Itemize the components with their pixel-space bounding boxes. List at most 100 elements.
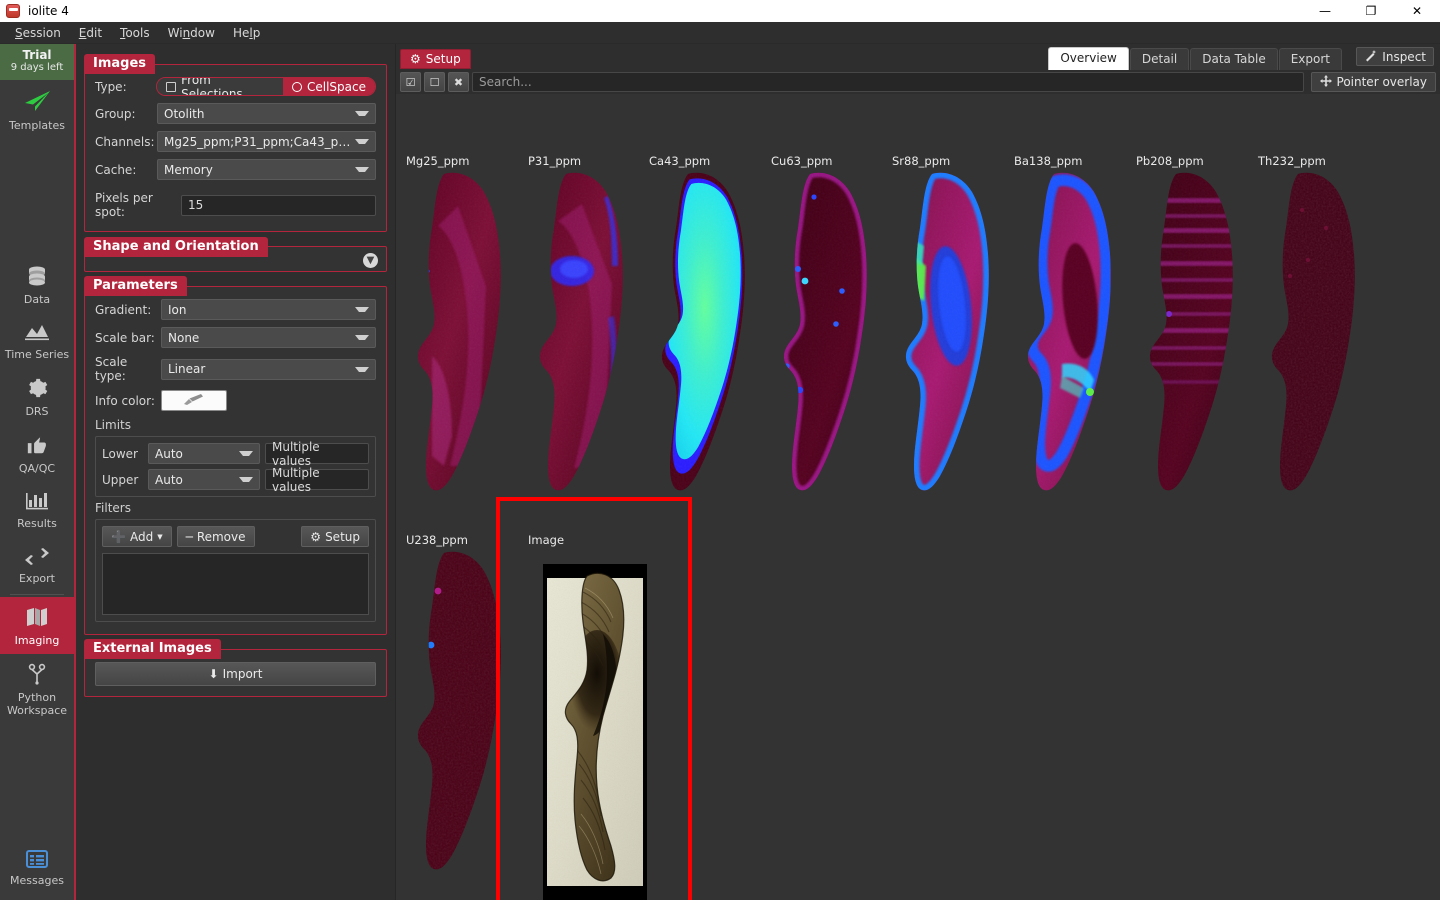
tab-export[interactable]: Export xyxy=(1278,48,1342,70)
pixels-per-spot-input[interactable]: 15 xyxy=(181,194,376,216)
sidebar-item-results[interactable]: Results xyxy=(0,482,74,537)
filter-remove-button[interactable]: ─ Remove xyxy=(176,526,255,547)
scalebar-value: None xyxy=(168,330,200,345)
maximize-button[interactable]: ❐ xyxy=(1348,0,1394,22)
sidebar-item-data[interactable]: Data xyxy=(0,256,74,313)
database-icon xyxy=(26,265,48,290)
tab-overview[interactable]: Overview xyxy=(1048,47,1129,70)
images-group: Images Type: From Selections CellSpace G… xyxy=(84,54,387,232)
chevron-down-icon[interactable]: ▼ xyxy=(363,253,378,268)
tab-detail[interactable]: Detail xyxy=(1129,48,1190,70)
check-all-icon[interactable]: ☑ xyxy=(400,72,421,92)
scaletype-row: Scale type: Linear xyxy=(95,355,376,383)
sidebar-item-python-workspace[interactable]: Python Workspace xyxy=(0,654,74,724)
sidebar-item-imaging-label: Imaging xyxy=(14,634,60,647)
filter-add-label: Add xyxy=(129,529,154,544)
inspect-button[interactable]: Inspect xyxy=(1356,47,1434,66)
scaletype-select[interactable]: Linear xyxy=(161,358,376,380)
external-images-group: External Images ⬇ Import xyxy=(84,639,387,697)
cache-label: Cache: xyxy=(95,162,137,177)
menu-tools[interactable]: Tools xyxy=(111,23,159,43)
menu-session[interactable]: Session xyxy=(6,23,70,43)
pointer-overlay-label: Pointer overlay xyxy=(1336,75,1427,89)
group-row: Group: Otolith xyxy=(95,103,376,124)
upper-limit-row: Upper Auto Multiple values xyxy=(102,466,369,494)
scalebar-row: Scale bar: None xyxy=(95,327,376,348)
upper-limit-mode-select[interactable]: Auto xyxy=(148,469,260,490)
setup-button-label: Setup xyxy=(425,52,461,66)
lower-limit-value-input[interactable]: Multiple values xyxy=(265,440,369,468)
lower-limit-mode-select[interactable]: Auto xyxy=(148,443,260,464)
filters-list[interactable] xyxy=(102,553,369,615)
lower-limit-mode-value: Auto xyxy=(155,446,183,461)
upper-limit-value-input[interactable]: Multiple values xyxy=(265,466,369,494)
sidebar-item-templates-label: Templates xyxy=(9,119,65,132)
infocolor-row: Info color: xyxy=(95,390,376,411)
download-icon: ⬇ xyxy=(208,667,219,681)
sidebar-item-time-series[interactable]: Time Series xyxy=(0,313,74,368)
channels-select[interactable]: Mg25_ppm;P31_ppm;Ca43_ppm;Cu63_... xyxy=(157,131,376,152)
selected-image-panel[interactable] xyxy=(496,497,692,900)
map-label-cu63: Cu63_ppm xyxy=(771,154,833,168)
map-label-ba138: Ba138_ppm xyxy=(1014,154,1083,168)
upper-limit-label: Upper xyxy=(102,472,139,487)
upper-limit-value: Multiple values xyxy=(272,465,320,494)
close-button[interactable]: ✕ xyxy=(1394,0,1440,22)
filter-add-button[interactable]: ➕ Add ▼ xyxy=(102,526,172,547)
element-maps-canvas[interactable]: Mg25_ppm P31_ppm Ca43_ppm Cu63_ppm Sr88_… xyxy=(396,94,1440,900)
sidebar-item-data-label: Data xyxy=(23,293,51,306)
sidebar-item-drs[interactable]: DRS xyxy=(0,368,74,425)
gear-icon: ⚙ xyxy=(310,529,322,544)
menu-window[interactable]: Window xyxy=(159,23,224,43)
map-ca43 xyxy=(661,172,745,491)
type-segmented-control[interactable]: From Selections CellSpace xyxy=(156,77,376,96)
sidebar-item-python-workspace-label: Python Workspace xyxy=(6,691,68,717)
pointer-overlay-button[interactable]: Pointer overlay xyxy=(1310,72,1436,92)
map-ba138 xyxy=(1027,172,1111,491)
plus-icon: ➕ xyxy=(111,529,126,544)
type-option-cellspace-label: CellSpace xyxy=(307,79,366,94)
arrows-exchange-icon xyxy=(24,546,50,569)
map-p31 xyxy=(539,172,623,491)
menu-help[interactable]: Help xyxy=(224,23,269,43)
map-th232 xyxy=(1271,172,1355,491)
chevron-down-icon xyxy=(355,139,369,144)
scaletype-value: Linear xyxy=(168,362,206,376)
sidebar-item-messages[interactable]: Messages xyxy=(0,841,74,894)
view-tabs: Overview Detail Data Table Export xyxy=(1048,47,1346,70)
chevron-down-icon xyxy=(355,167,369,172)
sidebar-divider xyxy=(10,594,64,595)
trial-title: Trial xyxy=(22,48,52,62)
pixels-per-spot-value: 15 xyxy=(188,198,204,212)
import-button[interactable]: ⬇ Import xyxy=(95,662,376,686)
upper-limit-mode-value: Auto xyxy=(155,472,183,487)
shape-orientation-group[interactable]: Shape and Orientation ▼ xyxy=(84,237,387,272)
sidebar-item-export[interactable]: Export xyxy=(0,537,74,592)
menu-edit[interactable]: Edit xyxy=(70,23,111,43)
infocolor-swatch-button[interactable] xyxy=(161,390,227,411)
minimize-button[interactable]: — xyxy=(1302,0,1348,22)
type-option-cellspace[interactable]: CellSpace xyxy=(283,78,375,95)
chart-area-icon xyxy=(24,322,50,345)
app-icon xyxy=(6,4,20,18)
tab-data-table[interactable]: Data Table xyxy=(1190,48,1278,70)
imaging-search-bar: ☑ ☐ ✖ Search... Pointer overlay xyxy=(396,70,1440,94)
map-label-u238: U238_ppm xyxy=(406,533,468,547)
sidebar-item-imaging[interactable]: Imaging xyxy=(0,597,74,654)
sidebar-item-templates[interactable]: Templates xyxy=(0,80,74,139)
setup-button[interactable]: ⚙ Setup xyxy=(400,49,471,69)
search-input[interactable]: Search... xyxy=(472,72,1304,92)
uncheck-all-icon[interactable]: ☐ xyxy=(424,72,445,92)
sidebar-item-qaqc[interactable]: QA/QC xyxy=(0,425,74,482)
type-option-from-selections[interactable]: From Selections xyxy=(157,78,283,95)
group-select[interactable]: Otolith xyxy=(157,103,376,124)
limits-box: Lower Auto Multiple values Upper Auto Mu… xyxy=(95,436,376,497)
cache-select[interactable]: Memory xyxy=(157,159,376,180)
clear-icon[interactable]: ✖ xyxy=(448,72,469,92)
sidebar-item-results-label: QA/QC xyxy=(18,462,56,475)
gradient-label: Gradient: xyxy=(95,302,152,317)
map-icon xyxy=(25,606,49,631)
filter-setup-button[interactable]: ⚙ Setup xyxy=(301,526,369,547)
gradient-select[interactable]: Ion xyxy=(161,299,376,320)
scalebar-select[interactable]: None xyxy=(161,327,376,348)
